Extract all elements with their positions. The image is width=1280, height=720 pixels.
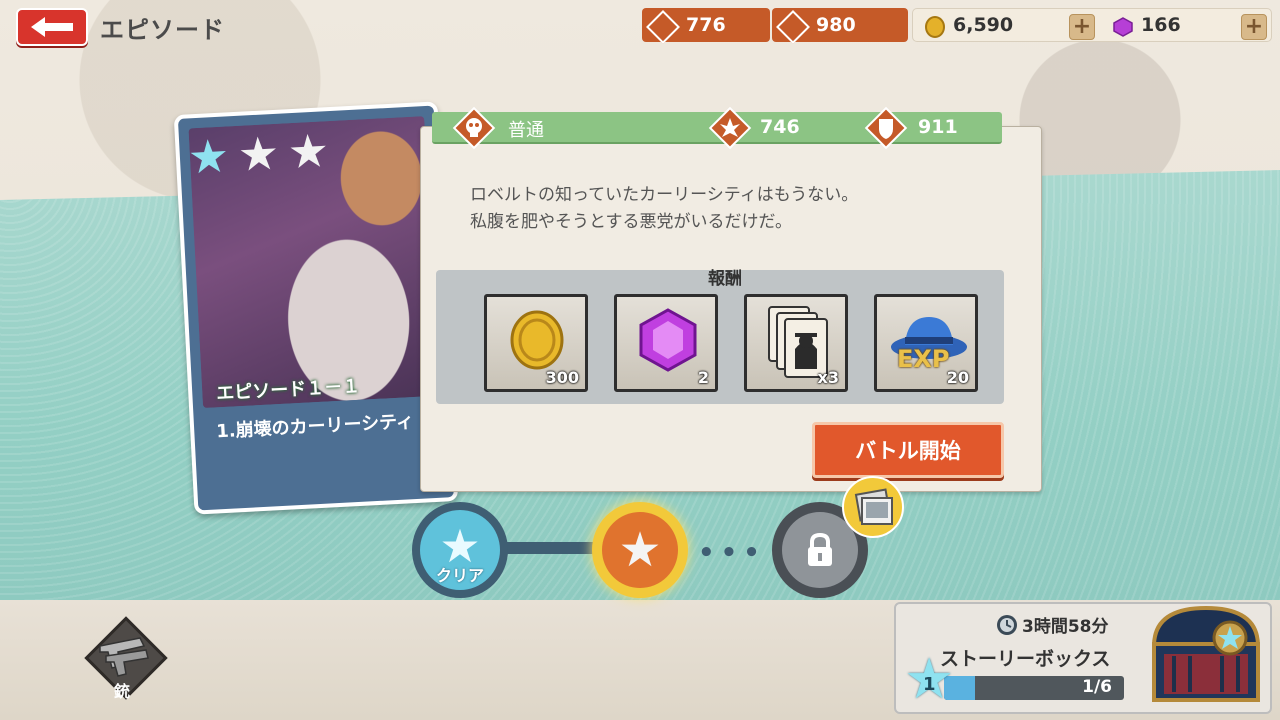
back-arrow-icon <box>31 17 73 37</box>
stage-node-current-inner: ★ <box>602 512 678 588</box>
reward-count: 20 <box>946 368 969 387</box>
enemy-defense-value: 911 <box>918 116 958 138</box>
gem-count: 166 <box>1141 14 1181 36</box>
weapon-label: 銃 <box>114 682 131 701</box>
reward-card[interactable]: x3 <box>744 294 848 392</box>
back-button[interactable] <box>16 8 88 46</box>
gem-icon <box>639 308 697 372</box>
reward-count: 2 <box>697 368 709 387</box>
attack-icon <box>708 106 752 150</box>
star-empty-icon: ★ <box>286 123 331 180</box>
stage-node-current[interactable]: ★ <box>592 502 688 598</box>
level-star-badge: ★ 1 <box>904 652 956 710</box>
add-gems-button[interactable]: + <box>1241 14 1267 40</box>
page-title: エピソード <box>100 16 225 44</box>
coin-icon <box>925 16 945 38</box>
stage-node-cleared[interactable]: ★ クリア <box>412 502 508 598</box>
photo-stack-icon <box>854 488 893 525</box>
chapter-reward-bubble[interactable] <box>842 476 904 538</box>
reward-exp[interactable]: EXP 20 <box>874 294 978 392</box>
story-box-level: 1 <box>923 674 936 695</box>
stage-description: ロベルトの知っていたカーリーシティはもうない。 私腹を肥やそうとする悪党がいるだ… <box>470 182 858 236</box>
progress-dots: ••• <box>698 538 766 568</box>
coin-count: 6,590 <box>953 14 1014 36</box>
episode-name: 1.崩壊のカーリーシティ <box>215 411 415 443</box>
reward-title: 報酬 <box>708 269 742 289</box>
story-box-progress-text: 1/6 <box>1082 677 1112 697</box>
cleared-label: クリア <box>435 566 484 585</box>
description-line: 私腹を肥やそうとする悪党がいるだけだ。 <box>470 212 792 232</box>
exp-label: EXP <box>897 345 950 373</box>
star-icon: ★ <box>618 522 662 578</box>
difficulty-bar: 普通 746 911 <box>432 106 1002 150</box>
reward-count: 300 <box>545 368 579 387</box>
difficulty-label: 普通 <box>508 120 544 141</box>
enemy-attack-value: 746 <box>760 116 800 138</box>
star-empty-icon: ★ <box>236 125 281 182</box>
treasure-chest-icon <box>1151 605 1261 702</box>
progress-path <box>500 542 600 554</box>
player-defense-value: 980 <box>816 14 856 36</box>
shield-icon <box>776 10 806 40</box>
star-filled-icon: ★ <box>186 128 231 185</box>
stage-node-cleared-inner: ★ クリア <box>420 510 500 590</box>
lock-icon <box>808 532 832 566</box>
skull-icon <box>452 106 496 150</box>
weapon-button[interactable]: 銃 <box>84 616 168 701</box>
story-box-timer: 3時間58分 <box>1022 617 1109 637</box>
story-box-progress-bar: 1/6 <box>944 676 1124 700</box>
add-coins-button[interactable]: + <box>1069 14 1095 40</box>
battle-start-button[interactable]: バトル開始 <box>812 422 1004 478</box>
player-attack-stat: 776 <box>642 8 770 42</box>
gem-icon <box>1113 17 1133 37</box>
shield-icon <box>864 106 908 150</box>
coin-icon <box>510 310 564 370</box>
story-box-panel[interactable]: 3時間58分 ストーリーボックス 1/6 ★ 1 <box>894 602 1272 714</box>
attack-icon <box>646 10 676 40</box>
player-defense-stat: 980 <box>772 8 908 42</box>
clock-icon <box>997 615 1017 635</box>
reward-count: x3 <box>817 368 839 387</box>
currency-bar: 6,590 + 166 + <box>912 8 1272 42</box>
description-line: ロベルトの知っていたカーリーシティはもうない。 <box>470 185 859 205</box>
player-attack-value: 776 <box>686 14 726 36</box>
reward-coin[interactable]: 300 <box>484 294 588 392</box>
reward-gem[interactable]: 2 <box>614 294 718 392</box>
story-box-title: ストーリーボックス <box>940 648 1111 670</box>
episode-card[interactable]: ★ ★ ★ エピソード１－１ 1.崩壊のカーリーシティ <box>173 101 459 515</box>
